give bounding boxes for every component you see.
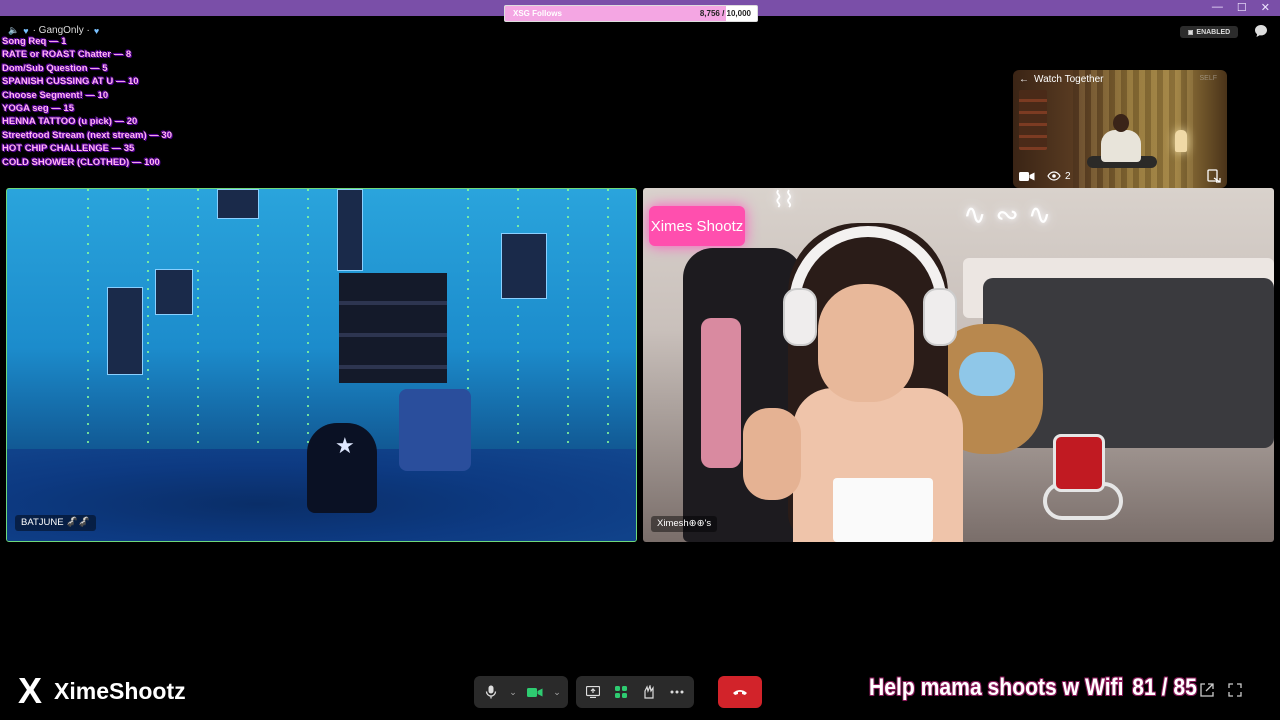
screen-share-icon[interactable] — [582, 681, 604, 703]
popout-icon[interactable] — [1200, 683, 1214, 697]
wall-poster — [155, 269, 193, 315]
brand-name: XimeShootz — [54, 677, 186, 704]
wt-bookshelf — [1019, 90, 1047, 150]
menu-item: Dom/Sub Question — 5 — [2, 62, 108, 74]
string-lights — [197, 189, 199, 469]
badge-icon: ▣ — [1187, 29, 1194, 36]
video-camera-icon[interactable] — [1019, 171, 1035, 182]
more-icon[interactable] — [666, 681, 688, 703]
x-logo-icon: X — [18, 670, 43, 711]
self-label: SELF — [1199, 75, 1217, 82]
string-lights — [567, 189, 569, 469]
string-lights — [147, 189, 149, 469]
effects-icon[interactable] — [638, 681, 660, 703]
wt-lamp — [1175, 130, 1187, 152]
string-lights — [607, 189, 609, 469]
stream-goal: Help mama shoots w Wifi 81 / 85 — [869, 674, 1197, 702]
minimize-button[interactable]: — — [1212, 1, 1223, 14]
hang-up-icon — [733, 690, 747, 695]
wall-poster — [217, 189, 259, 219]
menu-item: Choose Segment! — 10 — [2, 89, 109, 101]
activities-icon[interactable] — [610, 681, 632, 703]
string-lights — [517, 189, 519, 469]
hang-up-button[interactable] — [718, 676, 762, 708]
follower-goal-label: XSG Follows — [513, 9, 562, 18]
stream-goal-count: 81 / 85 — [1132, 674, 1197, 701]
microphone-icon[interactable] — [480, 681, 502, 703]
activity-controls — [576, 676, 694, 708]
menu-item: RATE or ROAST Chatter — 8 — [2, 49, 132, 61]
headset-earcup — [783, 288, 817, 346]
headset-earcup — [923, 288, 957, 346]
back-arrow-icon[interactable]: ← — [1019, 74, 1029, 85]
microphone — [1053, 434, 1105, 492]
watch-together-footer: 2 — [1019, 169, 1221, 183]
viewer-count: 2 — [1065, 170, 1071, 182]
call-controls: ⌄ ⌄ — [474, 676, 762, 708]
follower-goal-bar: XSG Follows 8,756 / 10,000 — [504, 5, 758, 22]
menu-item: HOT CHIP CHALLENGE — 35 — [2, 143, 135, 155]
status-badge-label: ENABLED — [1196, 28, 1231, 36]
shelf-unit — [339, 273, 447, 383]
gaming-chair-accent — [701, 318, 741, 468]
wt-person-body — [1101, 130, 1141, 162]
neon-sign-pink: Ximes Shootz — [649, 206, 745, 246]
participant-tile-batjune[interactable]: ★ BATJUNE 🦨🦨 — [6, 188, 637, 542]
maximize-button[interactable]: ☐ — [1237, 1, 1247, 14]
neon-squiggle: ⌇⌇ — [773, 188, 795, 213]
participant-name-label: Ximesh⊕⊕'s — [651, 516, 718, 532]
brand: X XimeShootz — [18, 670, 186, 711]
plush-face — [959, 352, 1015, 396]
wall-poster — [337, 189, 363, 271]
person-hand — [743, 408, 801, 500]
heart-icon: ♥ — [93, 25, 100, 36]
media-controls: ⌄ ⌄ — [474, 676, 568, 708]
folding-chair — [399, 389, 471, 471]
person-top — [833, 478, 933, 542]
leave-activity-icon[interactable] — [1207, 169, 1221, 183]
watch-together-header[interactable]: ← Watch Together — [1019, 74, 1103, 85]
window-controls: — ☐ ✕ — [1212, 1, 1270, 14]
wt-person-head — [1113, 114, 1129, 132]
menu-item: Streetfood Stream (next stream) — 30 — [2, 129, 172, 141]
wall-poster — [107, 287, 143, 375]
heart-icon: ♥ — [23, 25, 29, 36]
star-shape: ★ — [335, 433, 355, 458]
follower-goal-count: 8,756 / 10,000 — [699, 9, 751, 18]
viewers: 2 — [1047, 171, 1071, 182]
participant-name-label: BATJUNE 🦨🦨 — [15, 515, 96, 531]
wall-poster — [501, 233, 547, 299]
close-button[interactable]: ✕ — [1261, 1, 1270, 14]
menu-item: COLD SHOWER (CLOTHED) — 100 — [2, 156, 160, 168]
watch-together-panel[interactable]: ← Watch Together SELF 2 — [1013, 70, 1227, 188]
status-badge[interactable]: ▣ ENABLED — [1180, 26, 1238, 38]
chat-bubble-icon[interactable] — [1254, 24, 1268, 38]
menu-item: YOGA seg — 15 — [2, 103, 74, 115]
camera-icon[interactable] — [524, 681, 546, 703]
eye-icon — [1047, 171, 1061, 181]
string-lights — [87, 189, 89, 469]
menu-item: SPANISH CUSSING AT U — 10 — [2, 76, 139, 88]
menu-item: Song Req — 1 — [2, 36, 67, 47]
participant-tile-ximeshootz[interactable]: Ximes Shootz ∿ ∾ ∿ ⌇⌇ Ximesh⊕⊕'s — [643, 188, 1274, 542]
menu-item: HENNA TATTOO (u pick) — 20 — [2, 116, 138, 128]
redeem-menu-list: Song Req — 1 RATE or ROAST Chatter — 8 Dom… — [2, 35, 172, 169]
string-lights — [257, 189, 259, 469]
stream-goal-text: Help mama shoots w Wifi — [869, 674, 1124, 701]
string-lights — [307, 189, 309, 469]
neon-squiggle: ∿ ∾ ∿ — [963, 198, 1052, 231]
watch-together-title: Watch Together — [1034, 74, 1104, 85]
chevron-down-icon[interactable]: ⌄ — [552, 687, 562, 698]
fullscreen-icon[interactable] — [1228, 683, 1242, 697]
chevron-down-icon[interactable]: ⌄ — [508, 687, 518, 698]
view-controls — [1200, 683, 1242, 697]
